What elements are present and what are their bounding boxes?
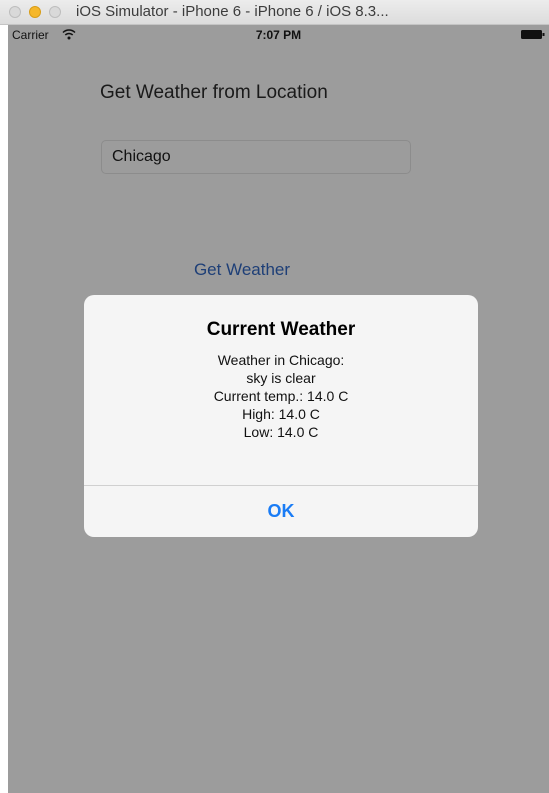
ok-button[interactable]: OK [84,486,478,537]
weather-alert: Current Weather Weather in Chicago: sky … [84,295,478,537]
zoom-window-button[interactable] [49,6,61,18]
alert-title: Current Weather [206,319,356,340]
alert-message-line: Weather in Chicago: [217,352,345,368]
alert-message-line: sky is clear [246,370,316,386]
window-titlebar: iOS Simulator - iPhone 6 - iPhone 6 / iO… [0,0,549,25]
alert-message-line: Current temp.: 14.0 C [213,388,349,404]
get-weather-button[interactable]: Get Weather [8,260,476,280]
minimize-window-button[interactable] [29,6,41,18]
page-title: Get Weather from Location [100,82,328,103]
status-bar: Carrier 7:07 PM [8,25,549,45]
simulator-window: iOS Simulator - iPhone 6 - iPhone 6 / iO… [0,0,549,793]
close-window-button[interactable] [9,6,21,18]
device-screen: Carrier 7:07 PM Get Weather from Locatio… [8,25,549,793]
alert-message-line: High: 14.0 C [242,406,320,422]
city-input[interactable] [101,140,411,174]
window-title: iOS Simulator - iPhone 6 - iPhone 6 / iO… [76,3,389,20]
alert-message: Weather in Chicago: sky is clear Current… [84,351,478,441]
status-time: 7:07 PM [255,28,302,42]
battery-icon [521,30,545,39]
alert-message-line: Low: 14.0 C [243,424,319,440]
